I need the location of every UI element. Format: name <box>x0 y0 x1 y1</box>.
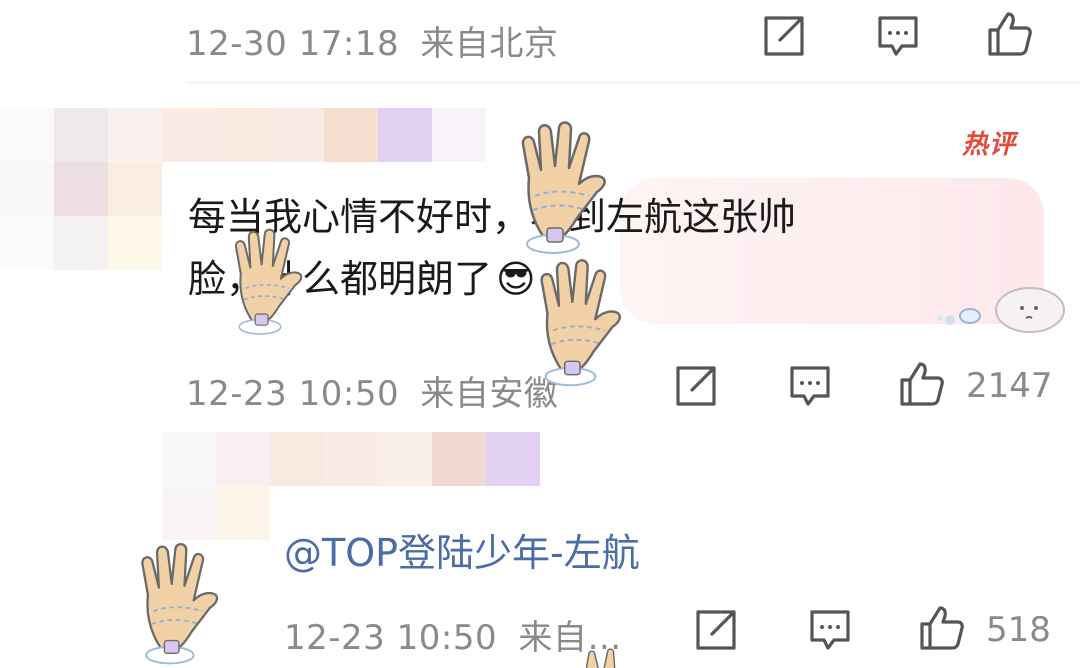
share-icon[interactable] <box>692 606 740 654</box>
cartoon-decoration <box>930 276 1066 338</box>
timestamp-text: 12-30 17:18 <box>186 24 400 64</box>
timestamp-text: 12-23 10:50 <box>284 618 498 658</box>
timestamp-text: 12-23 10:50 <box>186 374 400 414</box>
comment-icon[interactable] <box>786 362 834 410</box>
glove-sticker <box>540 259 622 387</box>
location-text: 来自北京 <box>420 24 559 64</box>
like-count: 518 <box>986 610 1051 650</box>
like-count: 2147 <box>966 366 1053 406</box>
thumbs-up-icon[interactable] <box>898 360 946 408</box>
glove-sticker <box>141 542 219 665</box>
comment-icon[interactable] <box>806 606 854 654</box>
glove-sticker <box>234 228 303 335</box>
mention-link[interactable]: @TOP登陆少年-左航 <box>284 522 640 577</box>
share-icon[interactable] <box>760 12 808 60</box>
reply-timestamp: 12-23 10:50 来自… <box>284 610 622 659</box>
glove-sticker <box>521 121 606 255</box>
glove-sticker <box>585 648 616 668</box>
share-icon[interactable] <box>672 362 720 410</box>
comment-icon[interactable] <box>874 12 922 60</box>
thumbs-up-icon[interactable] <box>918 604 966 652</box>
top-comment-timestamp: 12-30 17:18 来自北京 <box>186 16 558 65</box>
divider <box>186 82 1080 83</box>
hot-comment-timestamp: 12-23 10:50 来自安徽 <box>186 366 558 415</box>
thumbs-up-icon[interactable] <box>986 10 1034 58</box>
hot-comment-badge: 热评 <box>962 130 1017 160</box>
